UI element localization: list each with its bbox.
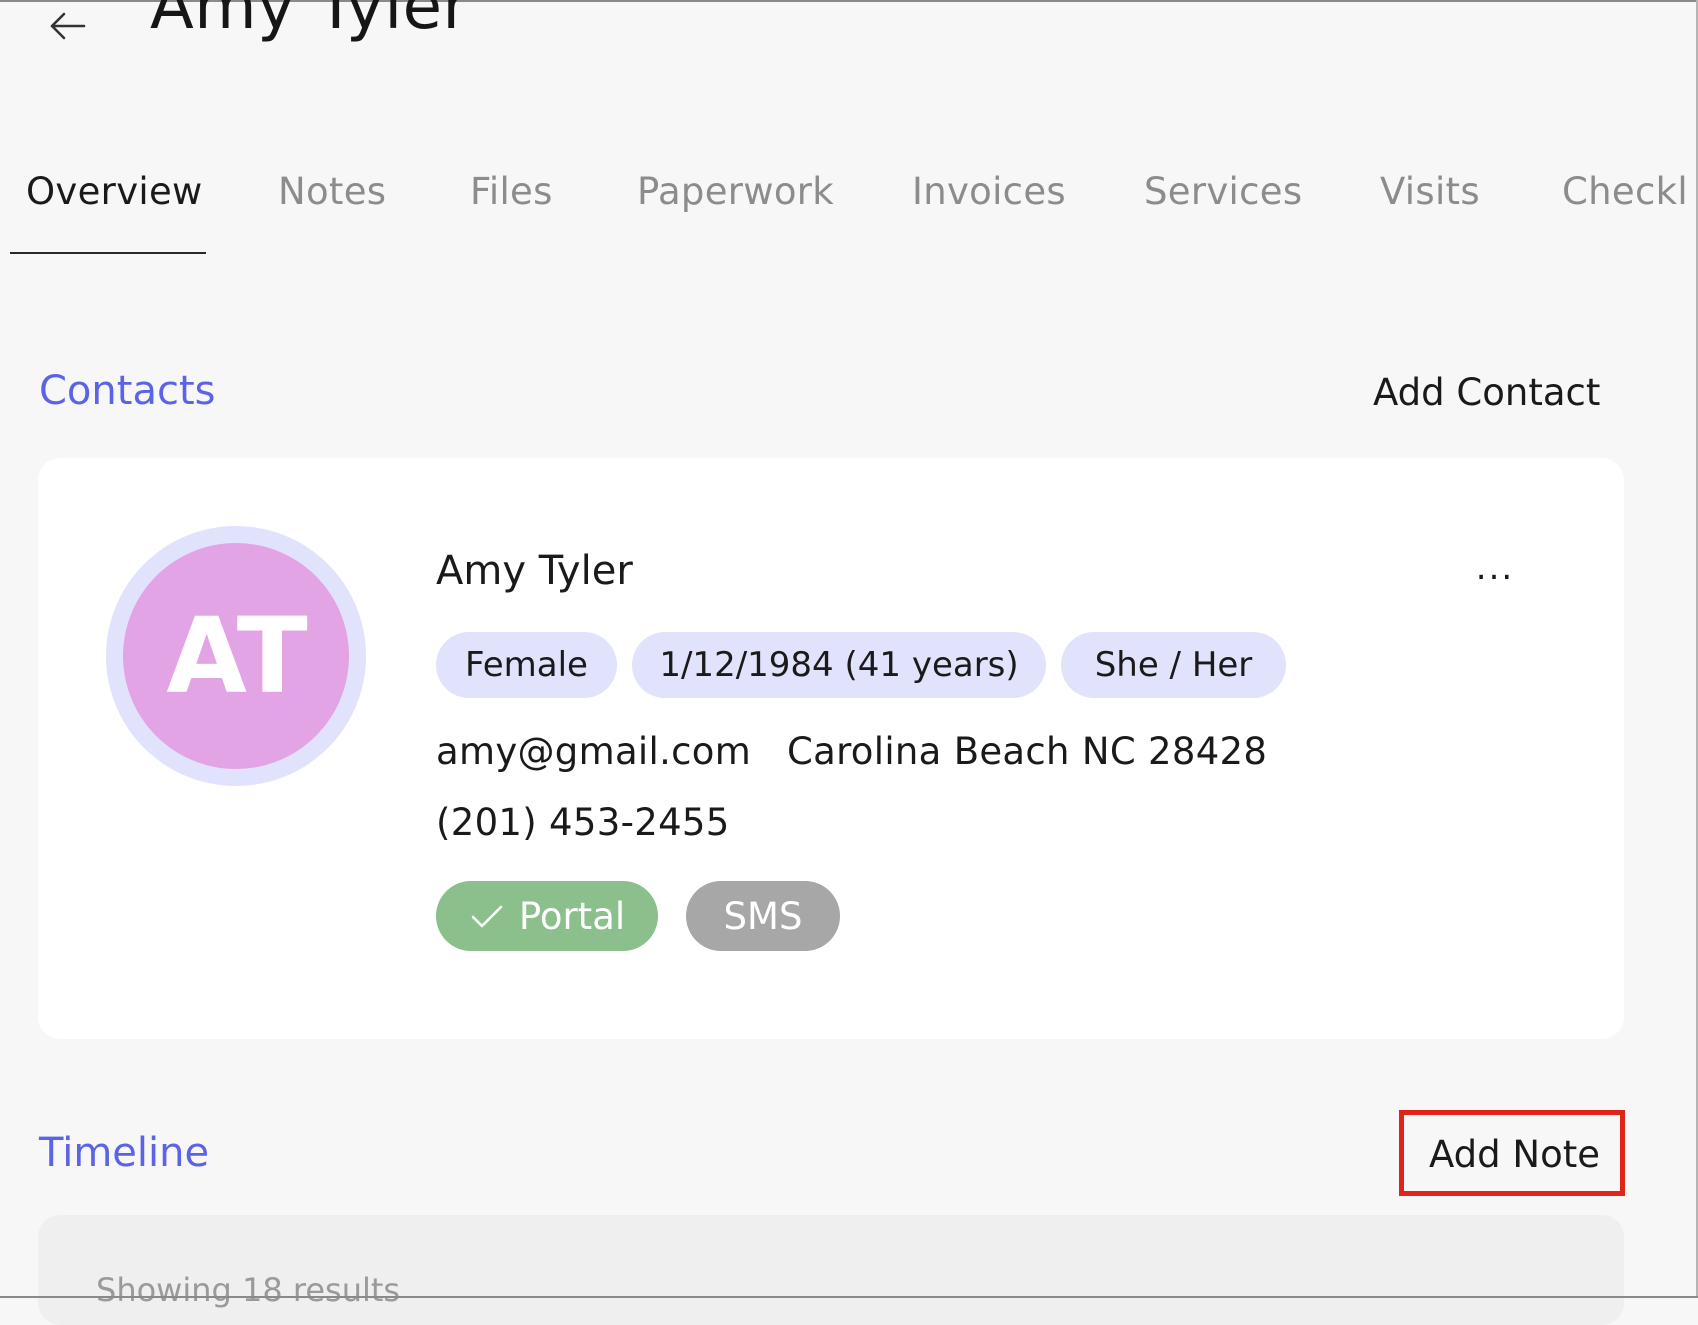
back-button[interactable] bbox=[44, 6, 90, 46]
tab-services[interactable]: Services bbox=[1144, 170, 1302, 213]
contact-phone: (201) 453-2455 bbox=[436, 801, 730, 844]
portal-badge[interactable]: Portal bbox=[436, 881, 658, 951]
avatar: AT bbox=[123, 543, 349, 769]
timeline-card: Showing 18 results bbox=[38, 1215, 1624, 1325]
portal-label: Portal bbox=[518, 894, 626, 938]
check-icon bbox=[471, 905, 503, 928]
tab-visits[interactable]: Visits bbox=[1380, 170, 1480, 213]
birthdate-chip: 1/12/1984 (41 years) bbox=[632, 632, 1046, 698]
tab-overview[interactable]: Overview bbox=[26, 170, 203, 213]
arrow-left-icon bbox=[50, 12, 86, 40]
tab-bar: Overview Notes Files Paperwork Invoices … bbox=[10, 160, 1690, 254]
tab-files[interactable]: Files bbox=[470, 170, 553, 213]
sms-badge[interactable]: SMS bbox=[686, 881, 840, 951]
contacts-heading: Contacts bbox=[39, 368, 216, 414]
contact-email: amy@gmail.com bbox=[436, 730, 752, 773]
contact-card: AT Amy Tyler ... Female 1/12/1984 (41 ye… bbox=[38, 458, 1624, 1039]
add-note-highlight bbox=[1399, 1110, 1625, 1196]
contact-location: Carolina Beach NC 28428 bbox=[787, 730, 1268, 773]
contact-name: Amy Tyler bbox=[436, 548, 633, 594]
tab-checklist[interactable]: Checkli bbox=[1562, 170, 1690, 213]
page-header: Amy Tyler bbox=[0, 0, 1698, 80]
add-contact-button[interactable]: Add Contact bbox=[1373, 371, 1600, 414]
page-title: Amy Tyler bbox=[150, 0, 470, 44]
more-options-button[interactable]: ... bbox=[1470, 551, 1520, 588]
tab-paperwork[interactable]: Paperwork bbox=[637, 170, 834, 213]
gender-chip: Female bbox=[436, 632, 617, 698]
timeline-heading: Timeline bbox=[39, 1130, 210, 1176]
tab-invoices[interactable]: Invoices bbox=[912, 170, 1066, 213]
pronouns-chip: She / Her bbox=[1061, 632, 1286, 698]
active-tab-indicator bbox=[10, 252, 206, 254]
results-count: Showing 18 results bbox=[96, 1271, 401, 1309]
tab-notes[interactable]: Notes bbox=[278, 170, 386, 213]
avatar-ring: AT bbox=[106, 526, 366, 786]
